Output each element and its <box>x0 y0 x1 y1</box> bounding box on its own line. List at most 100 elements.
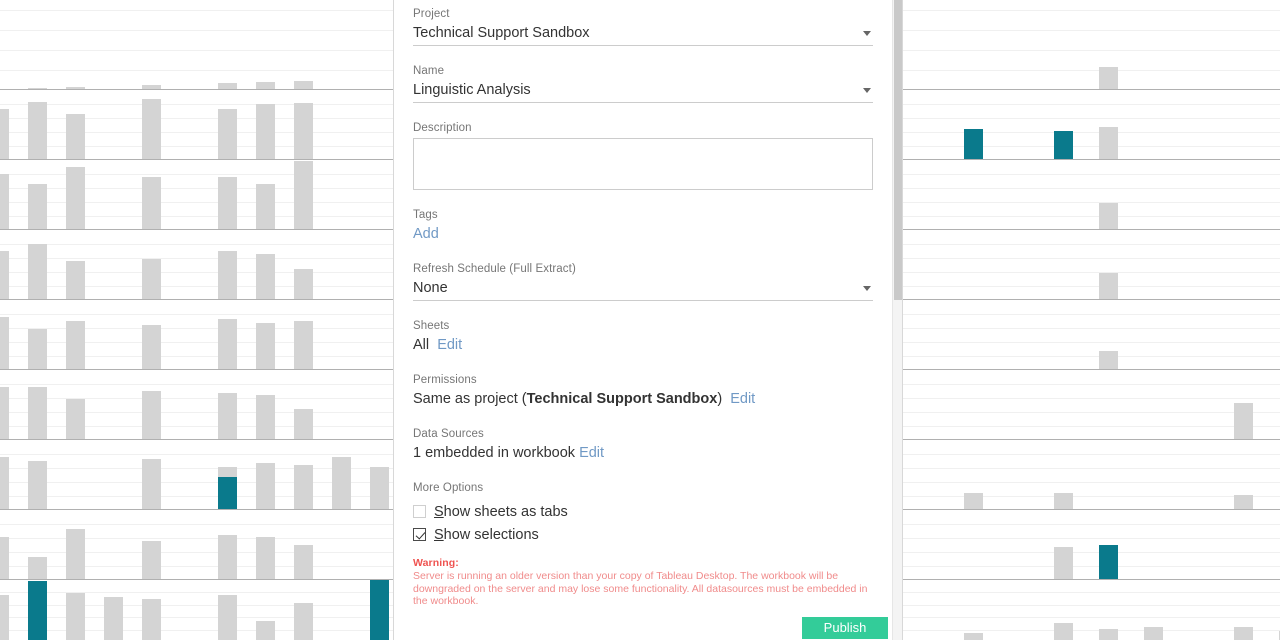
gridline <box>903 426 1280 427</box>
name-dropdown[interactable]: Linguistic Analysis <box>413 80 873 103</box>
gridline <box>903 314 1280 315</box>
background-bar <box>294 545 313 579</box>
background-bar <box>294 465 313 509</box>
background-bar <box>218 177 237 229</box>
permissions-edit-link[interactable]: Edit <box>730 391 755 407</box>
gridline <box>903 454 1280 455</box>
background-bar <box>0 317 9 369</box>
background-bar <box>964 633 983 640</box>
gridline <box>0 272 393 273</box>
tags-add-link[interactable]: Add <box>413 226 439 242</box>
checkbox-box[interactable] <box>413 528 426 541</box>
accelerator-char: S <box>434 503 444 520</box>
background-chart-row <box>0 0 393 90</box>
background-bar <box>28 102 47 159</box>
gridline <box>0 50 393 51</box>
background-bar-highlighted <box>370 580 389 640</box>
description-box[interactable] <box>413 138 873 190</box>
background-chart-left <box>0 0 393 640</box>
data-sources-label: Data Sources <box>413 428 484 440</box>
background-bar <box>370 467 389 509</box>
gridline <box>903 384 1280 385</box>
background-bar <box>1234 495 1253 509</box>
publish-button[interactable]: Publish <box>802 617 888 639</box>
checkbox-label-rest: how selections <box>443 526 539 543</box>
gridline <box>903 482 1280 483</box>
gridline <box>903 356 1280 357</box>
gridline <box>0 566 393 567</box>
gridline <box>0 104 393 105</box>
background-bar <box>0 109 9 159</box>
gridline <box>903 630 1280 631</box>
background-bar-highlighted <box>218 477 237 509</box>
description-input[interactable] <box>414 139 872 189</box>
gridline <box>903 566 1280 567</box>
gridline <box>903 146 1280 147</box>
background-chart-row <box>903 300 1280 370</box>
background-bar <box>0 174 9 229</box>
background-bar <box>142 459 161 509</box>
permissions-suffix: ) <box>717 391 723 407</box>
gridline <box>903 592 1280 593</box>
background-chart-row <box>903 230 1280 300</box>
background-chart-row <box>0 90 393 160</box>
gridline <box>0 30 393 31</box>
refresh-schedule-dropdown[interactable]: None <box>413 278 873 301</box>
background-bar <box>28 461 47 509</box>
gridline <box>903 617 1280 618</box>
background-bar <box>256 621 275 640</box>
name-value: Linguistic Analysis <box>413 82 531 98</box>
background-bar <box>294 269 313 299</box>
permissions-label: Permissions <box>413 374 477 386</box>
background-bar <box>1099 351 1118 369</box>
background-chart-right <box>903 0 1280 640</box>
background-bar <box>0 251 9 299</box>
background-chart-row <box>0 230 393 300</box>
chevron-down-icon <box>863 31 871 36</box>
description-label: Description <box>413 122 472 134</box>
background-bar <box>28 88 47 89</box>
gridline <box>0 216 393 217</box>
gridline <box>0 398 393 399</box>
background-bar <box>28 329 47 369</box>
sheets-value-row: All Edit <box>413 335 873 355</box>
background-bar <box>66 399 85 439</box>
gridline <box>0 592 393 593</box>
checkbox-show-sheets-as-tabs[interactable]: Show sheets as tabs <box>413 501 873 522</box>
background-bar <box>1234 403 1253 439</box>
background-bar <box>104 597 123 640</box>
background-bar <box>142 259 161 299</box>
project-label: Project <box>413 8 450 20</box>
gridline <box>903 272 1280 273</box>
data-sources-edit-link[interactable]: Edit <box>579 445 604 461</box>
gridline <box>0 605 393 606</box>
project-dropdown[interactable]: Technical Support Sandbox <box>413 23 873 46</box>
gridline <box>0 188 393 189</box>
accelerator-char: S <box>434 526 444 543</box>
gridline <box>903 244 1280 245</box>
background-bar-highlighted <box>964 129 983 159</box>
checkbox-box[interactable] <box>413 505 426 518</box>
gridline <box>903 328 1280 329</box>
dialog-scrollbar[interactable] <box>892 0 902 640</box>
background-chart-row <box>0 440 393 510</box>
field-sheets: Sheets All Edit <box>413 318 873 355</box>
gridline <box>903 538 1280 539</box>
background-bar <box>66 167 85 229</box>
background-bar <box>218 535 237 579</box>
name-label: Name <box>413 65 445 77</box>
background-chart-row <box>903 370 1280 440</box>
sheets-edit-link[interactable]: Edit <box>437 337 462 353</box>
background-chart-row <box>903 440 1280 510</box>
gridline <box>0 146 393 147</box>
background-bar <box>0 537 9 579</box>
checkbox-show-selections[interactable]: Show selections <box>413 524 873 545</box>
background-bar <box>294 409 313 439</box>
gridline <box>903 342 1280 343</box>
refresh-schedule-value: None <box>413 280 448 296</box>
scrollbar-thumb[interactable] <box>894 0 902 300</box>
background-bar <box>66 87 85 89</box>
background-chart-row <box>0 160 393 230</box>
background-bar <box>0 387 9 439</box>
background-bar <box>142 599 161 640</box>
